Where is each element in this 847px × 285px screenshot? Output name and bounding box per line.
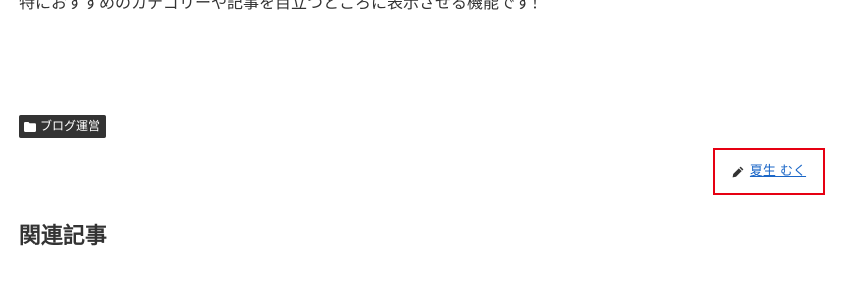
article-intro-text: 特におすすめのカテゴリーや記事を目立つところに表示させる機能です！: [19, 0, 548, 12]
category-label: ブログ運営: [40, 119, 101, 133]
author-highlight-box: 夏生 むく: [713, 148, 825, 195]
folder-icon: [24, 121, 36, 132]
author-name-link[interactable]: 夏生 むく: [750, 164, 806, 180]
category-badge-link[interactable]: ブログ運営: [19, 115, 107, 138]
pencil-icon: [732, 166, 744, 178]
related-posts-heading: 関連記事: [19, 224, 108, 249]
